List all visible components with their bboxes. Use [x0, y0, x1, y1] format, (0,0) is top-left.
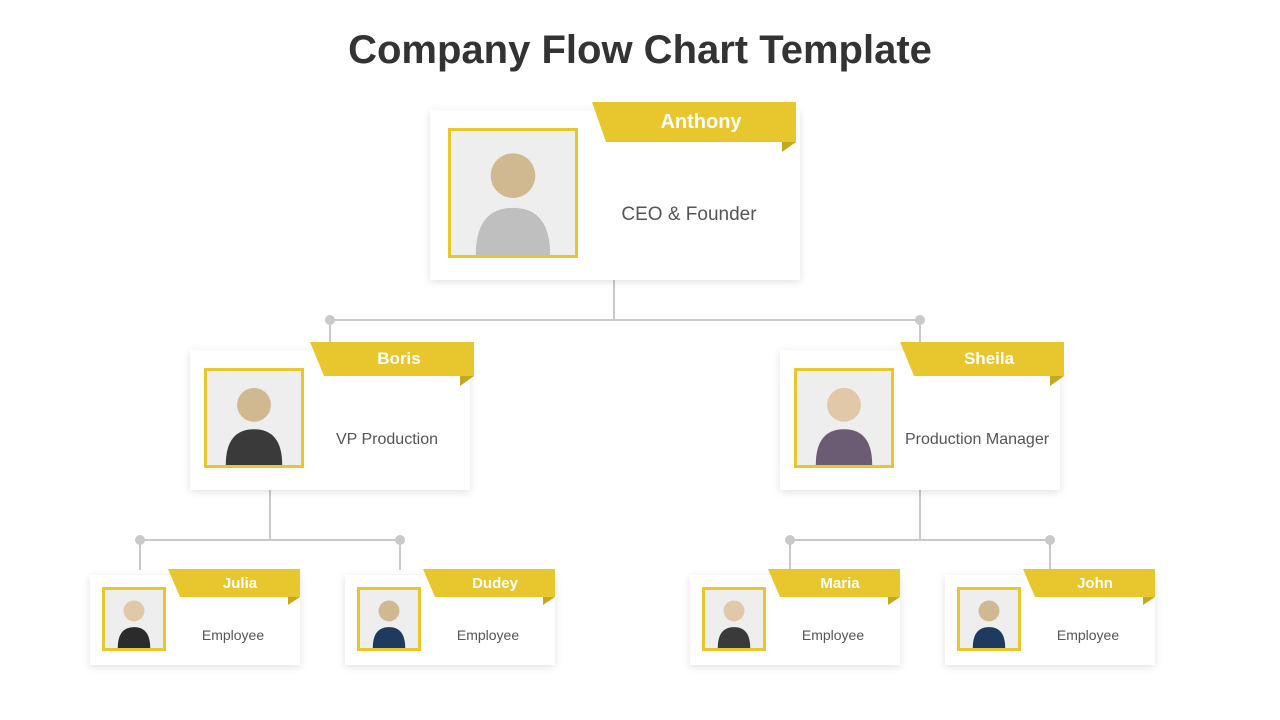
- avatar: [357, 587, 421, 651]
- name-ribbon: Sheila: [914, 342, 1064, 376]
- role-label: Employee: [1021, 596, 1155, 645]
- page-title: Company Flow Chart Template: [0, 0, 1280, 73]
- name-ribbon: Maria: [780, 569, 900, 597]
- avatar: [102, 587, 166, 651]
- org-node-employee: John Employee: [945, 575, 1155, 665]
- avatar: [448, 128, 578, 258]
- org-node-employee: Dudey Employee: [345, 575, 555, 665]
- name-ribbon: Dudey: [435, 569, 555, 597]
- name-ribbon: Julia: [180, 569, 300, 597]
- name-ribbon: Boris: [324, 342, 474, 376]
- org-node-pm: Sheila Production Manager: [780, 350, 1060, 490]
- avatar: [204, 368, 304, 468]
- avatar: [702, 587, 766, 651]
- role-label: Employee: [421, 596, 555, 645]
- avatar: [794, 368, 894, 468]
- org-node-employee: Julia Employee: [90, 575, 300, 665]
- role-label: Employee: [766, 596, 900, 645]
- name-ribbon: John: [1035, 569, 1155, 597]
- org-node-employee: Maria Employee: [690, 575, 900, 665]
- name-ribbon: Anthony: [606, 102, 796, 142]
- role-label: Production Manager: [894, 389, 1060, 451]
- org-node-ceo: Anthony CEO & Founder: [430, 110, 800, 280]
- role-label: CEO & Founder: [578, 162, 800, 228]
- role-label: VP Production: [304, 389, 470, 451]
- avatar: [957, 587, 1021, 651]
- org-node-vp: Boris VP Production: [190, 350, 470, 490]
- role-label: Employee: [166, 596, 300, 645]
